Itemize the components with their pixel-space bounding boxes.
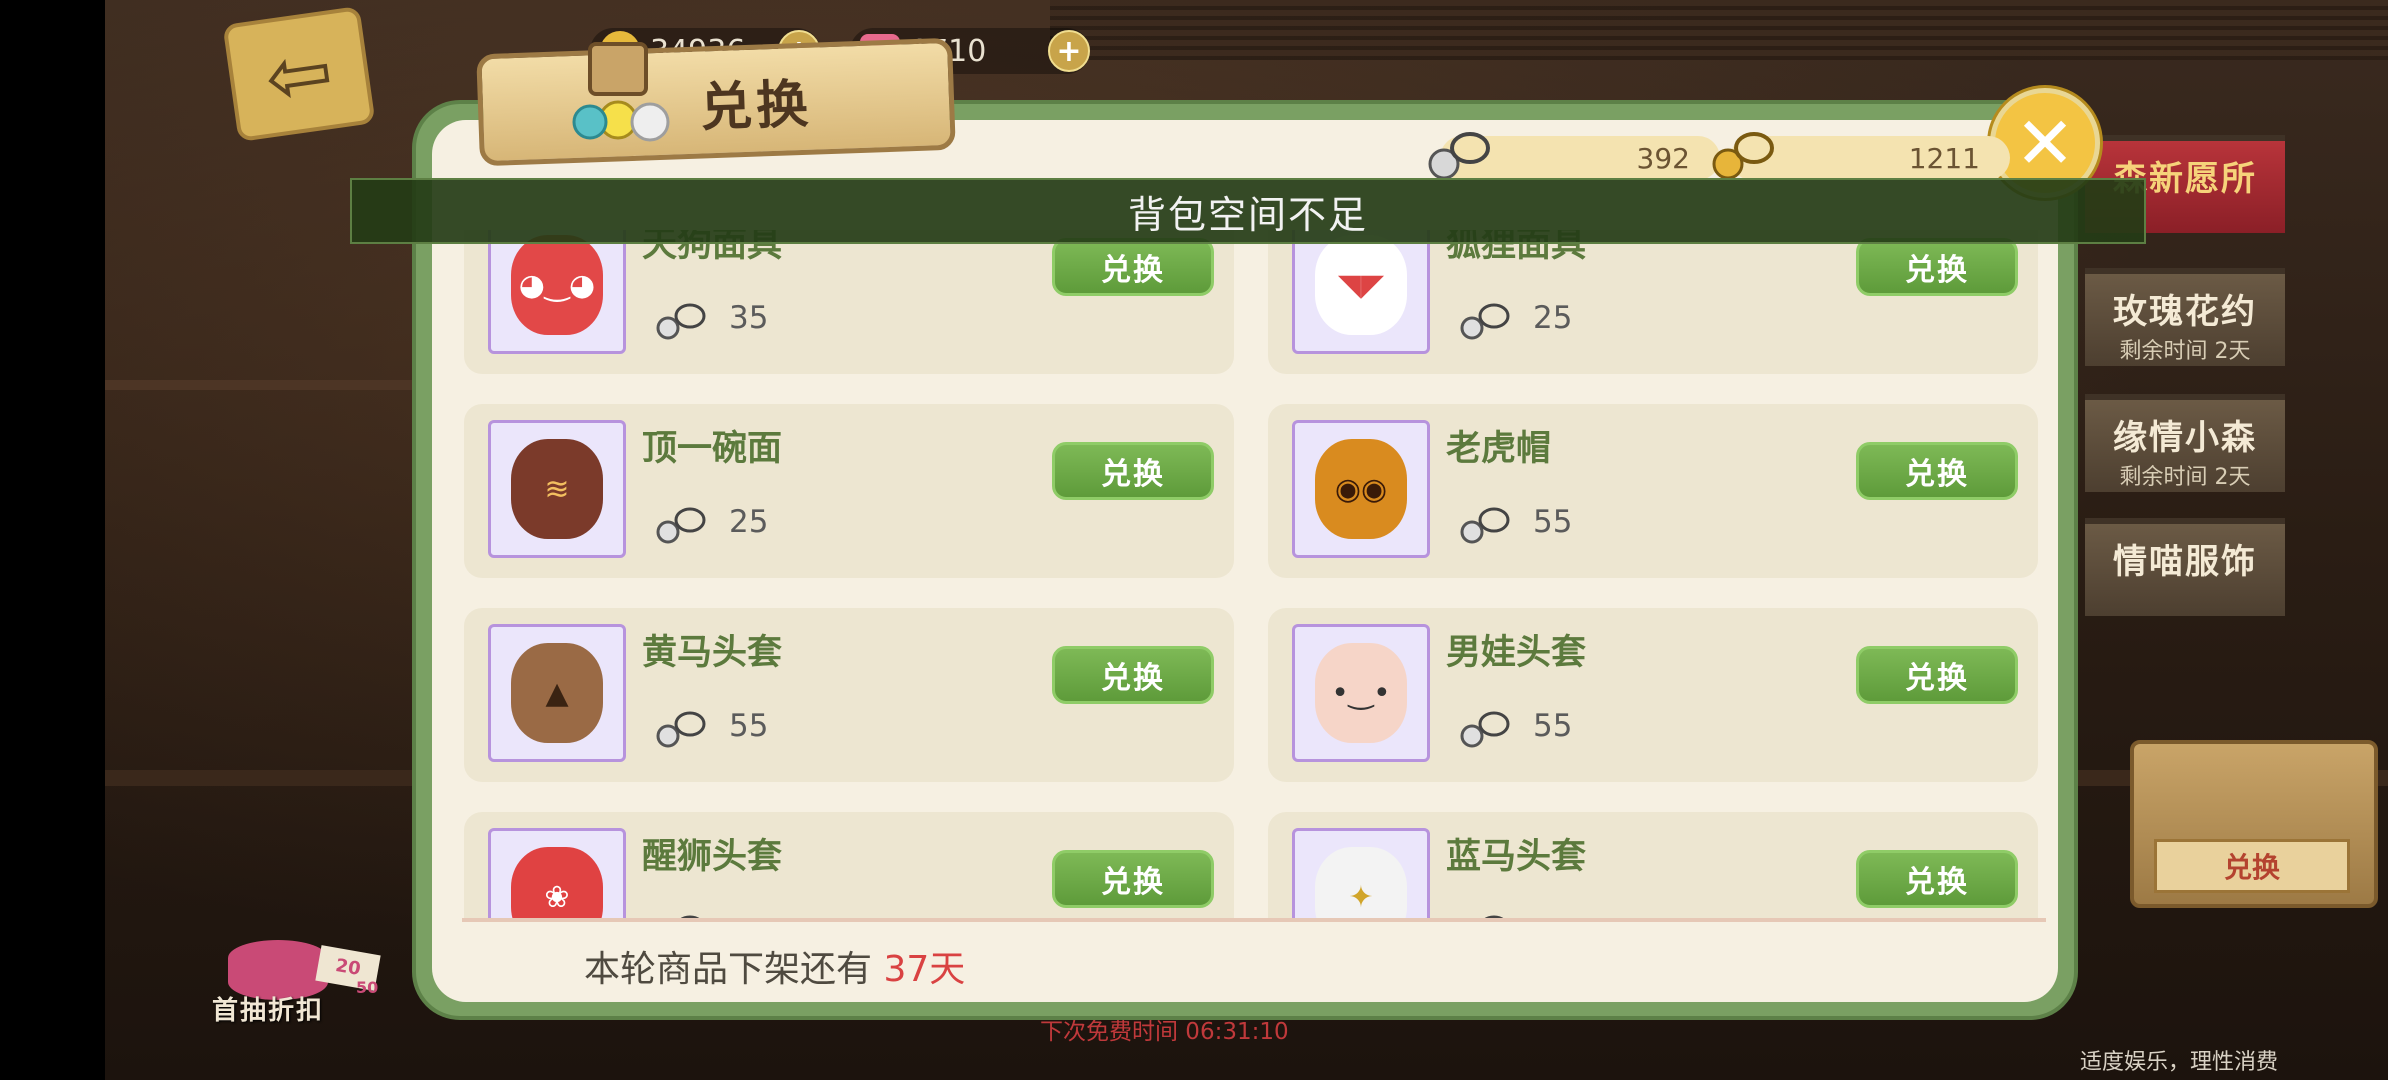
gold-token-value: 1211	[1908, 141, 1980, 175]
item-card: ◥◤ 狐狸面具 25 兑换	[1268, 230, 2038, 374]
countdown-text: 本轮商品下架还有 37天	[584, 940, 965, 992]
item-name: 老虎帽	[1446, 429, 1552, 469]
exchange-box-label: 兑换	[2154, 839, 2350, 893]
item-thumbnail[interactable]: ◉◉	[1292, 420, 1430, 558]
discount-tag-top: 20	[333, 954, 363, 981]
noodle-bowl-icon: ≋	[511, 439, 603, 539]
silver-key-token-icon	[656, 303, 706, 340]
tengu-mask-icon: ◕‿◕	[511, 235, 603, 335]
exchange-button[interactable]: 兑换	[1052, 238, 1214, 296]
back-arrow-button[interactable]: ⇦	[222, 5, 376, 143]
lion-dance-head-icon: ❀	[511, 847, 603, 920]
back-arrow-icon: ⇦	[259, 23, 339, 125]
dialog-title: 兑换	[699, 74, 814, 139]
silver-token-value: 392	[1636, 141, 1690, 175]
gold-key-token-icon	[1712, 132, 1774, 180]
silver-key-token-icon	[1460, 507, 1510, 544]
exchange-button[interactable]: 兑换	[1052, 850, 1214, 908]
exchange-button[interactable]: 兑换	[1052, 442, 1214, 500]
unicorn-head-icon: ✦	[1315, 847, 1407, 920]
side-tab-love-forest[interactable]: 缘情小森 剩余时间 2天	[2085, 394, 2285, 492]
discount-tag-bottom: 50	[356, 978, 379, 997]
item-card: ▲ 黄马头套 55 兑换	[464, 608, 1234, 782]
item-cost: 55	[729, 708, 769, 744]
item-cost: 55	[1533, 504, 1573, 540]
item-name: 黄马头套	[642, 633, 783, 673]
silver-key-token-icon	[656, 711, 706, 748]
bag-full-toast: 背包空间不足	[350, 178, 2146, 244]
exchange-button[interactable]: 兑换	[1856, 646, 2018, 704]
side-tab-rose-date[interactable]: 玫瑰花约 剩余时间 2天	[2085, 268, 2285, 366]
silver-key-token-icon	[656, 507, 706, 544]
list-bottom-edge	[462, 918, 2046, 922]
item-cost: 25	[729, 504, 769, 540]
item-name: 醒狮头套	[642, 837, 783, 877]
fox-mask-icon: ◥◤	[1315, 235, 1407, 335]
side-tab-title: 玫瑰花约	[2113, 292, 2257, 332]
item-card: ◉◉ 老虎帽 55 兑换	[1268, 404, 2038, 578]
side-tab-title: 情喵服饰	[2113, 542, 2257, 582]
side-tab-title: 缘情小森	[2113, 418, 2257, 458]
exchange-machine-icon	[572, 42, 670, 142]
first-draw-discount-label: 首抽折扣	[212, 996, 325, 1026]
tiger-hat-icon: ◉◉	[1315, 439, 1407, 539]
side-tab-remaining: 剩余时间 2天	[2119, 339, 2251, 364]
exchange-box-button[interactable]: 兑换	[2130, 740, 2378, 908]
item-thumbnail[interactable]: ◥◤	[1292, 230, 1430, 354]
baby-boy-head-icon: •‿•	[1315, 643, 1407, 743]
item-thumbnail[interactable]: •‿•	[1292, 624, 1430, 762]
item-name: 蓝马头套	[1446, 837, 1587, 877]
exchange-button[interactable]: 兑换	[1856, 442, 2018, 500]
exchange-button[interactable]: 兑换	[1856, 850, 2018, 908]
countdown-days: 37天	[883, 949, 966, 990]
side-tab-cat-fashion[interactable]: 情喵服饰	[2085, 518, 2285, 616]
item-cost: 55	[1533, 708, 1573, 744]
side-tab-remaining: 剩余时间 2天	[2119, 465, 2251, 490]
silver-key-token-icon	[1460, 711, 1510, 748]
item-thumbnail[interactable]: ❀	[488, 828, 626, 920]
item-thumbnail[interactable]: ✦	[1292, 828, 1430, 920]
silver-key-token-icon	[1460, 303, 1510, 340]
item-thumbnail[interactable]: ≋	[488, 420, 626, 558]
item-list[interactable]: ◕‿◕ 天狗面具 35 兑换 ◥◤ 狐狸面具 25 兑换 ≋ 顶一碗面 25 兑换 ◉◉ 老虎帽 55 兑换 ▲…	[462, 230, 2046, 920]
dialog-title-plaque: 兑换	[476, 37, 956, 167]
silver-key-token-icon	[1428, 132, 1490, 180]
item-card: ❀ 醒狮头套 兑换	[464, 812, 1234, 920]
exchange-button[interactable]: 兑换	[1052, 646, 1214, 704]
item-thumbnail[interactable]: ▲	[488, 624, 626, 762]
window-blind	[1050, 0, 2388, 60]
item-card: ✦ 蓝马头套 兑换	[1268, 812, 2038, 920]
moderation-notice: 适度娱乐，理性消费	[2080, 1050, 2279, 1075]
item-name: 男娃头套	[1446, 633, 1587, 673]
close-icon: ✕	[2014, 101, 2076, 185]
horse-head-icon: ▲	[511, 643, 603, 743]
item-cost: 35	[729, 300, 769, 336]
exchange-button[interactable]: 兑换	[1856, 238, 2018, 296]
item-thumbnail[interactable]: ◕‿◕	[488, 230, 626, 354]
countdown-prefix: 本轮商品下架还有	[584, 949, 873, 990]
item-card: •‿• 男娃头套 55 兑换	[1268, 608, 2038, 782]
item-card: ≋ 顶一碗面 25 兑换	[464, 404, 1234, 578]
item-name: 顶一碗面	[642, 429, 783, 469]
add-gem-button[interactable]: +	[1048, 30, 1090, 72]
item-card: ◕‿◕ 天狗面具 35 兑换	[464, 230, 1234, 374]
item-cost: 25	[1533, 300, 1573, 336]
